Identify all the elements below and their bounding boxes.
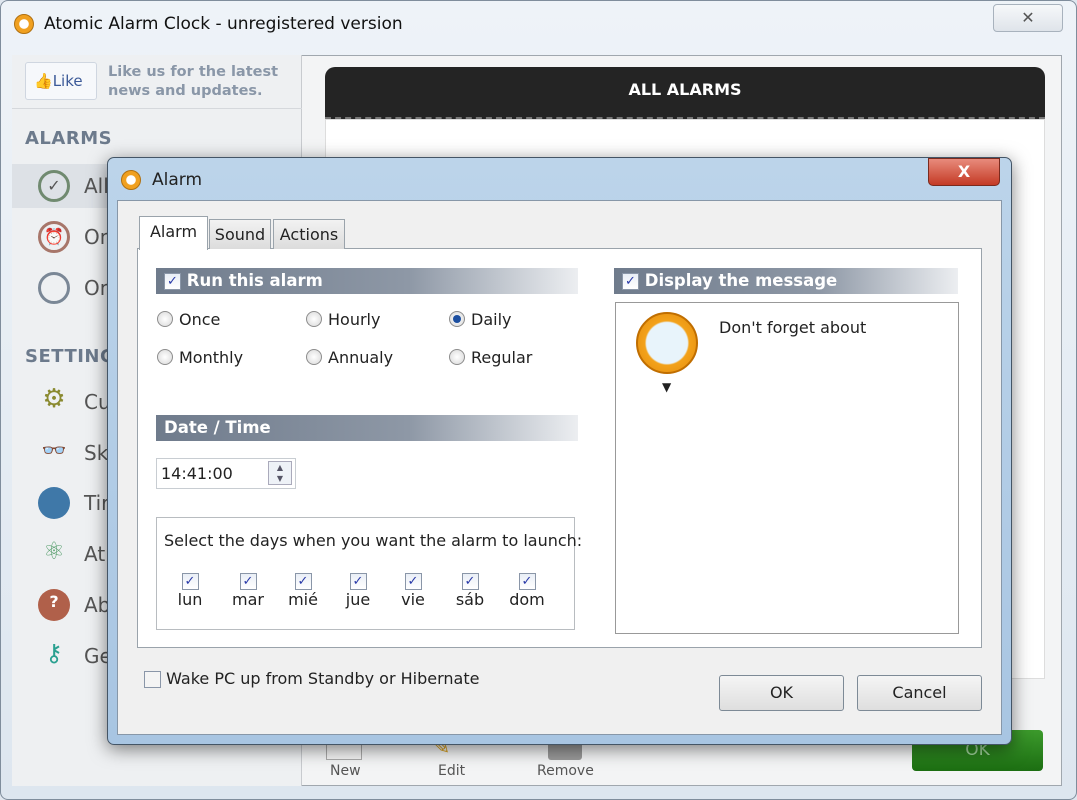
dialog-close-button[interactable]: X	[928, 158, 1000, 186]
thumbs-up-icon: 👍	[34, 72, 53, 90]
day-label: lun	[177, 590, 203, 609]
days-label: Select the days when you want the alarm …	[164, 531, 583, 550]
cancel-button[interactable]: Cancel	[857, 675, 982, 711]
clock-icon	[38, 272, 70, 304]
run-alarm-label: Run this alarm	[186, 271, 323, 290]
radio-button[interactable]	[306, 349, 322, 365]
sidebar-item-label: At	[84, 542, 106, 566]
radio-hourly[interactable]: Hourly	[306, 310, 380, 329]
tab-actions[interactable]: Actions	[273, 219, 345, 249]
sidebar-item-label: Sk	[84, 441, 109, 465]
wake-pc-option[interactable]: Wake PC up from Standby or Hibernate	[144, 669, 479, 688]
remove-button[interactable]: Remove	[537, 763, 594, 779]
radio-button[interactable]	[157, 311, 173, 327]
radio-label: Annualy	[328, 348, 394, 367]
time-spinner[interactable]: ▲ ▼	[268, 461, 292, 485]
alarm-clock-icon	[121, 170, 141, 190]
day-label: jue	[345, 590, 371, 609]
day-jue[interactable]: ✓ jue	[338, 571, 378, 609]
radio-label: Regular	[471, 348, 533, 367]
atom-icon: ⚛	[43, 537, 65, 565]
alarm-clock-icon[interactable]	[636, 312, 698, 374]
radio-button[interactable]	[449, 349, 465, 365]
sidebar-item-label: Tir	[84, 491, 110, 515]
alarms-header: ALARMS	[25, 128, 113, 149]
wake-label: Wake PC up from Standby or Hibernate	[166, 669, 480, 688]
day-vie[interactable]: ✓ vie	[393, 571, 433, 609]
day-mie[interactable]: ✓ mié	[283, 571, 323, 609]
window-close-button[interactable]: ✕	[993, 4, 1063, 32]
key-icon: ⚷	[45, 639, 63, 667]
facebook-like-button[interactable]: 👍Like	[25, 62, 97, 100]
radio-button[interactable]	[449, 311, 465, 327]
day-sab[interactable]: ✓ sáb	[450, 571, 490, 609]
gear-icon: ⚙	[42, 384, 66, 414]
day-checkbox[interactable]: ✓	[181, 573, 199, 590]
sidebar-item-label: All	[84, 174, 109, 198]
radio-once[interactable]: Once	[157, 310, 220, 329]
radio-label: Monthly	[179, 348, 244, 367]
radio-annualy[interactable]: Annualy	[306, 348, 393, 367]
radio-button[interactable]	[157, 349, 173, 365]
all-alarms-header: ALL ALARMS	[325, 67, 1045, 119]
glasses-icon: 👓	[41, 438, 67, 462]
new-button[interactable]: New	[330, 763, 361, 779]
radio-label: Hourly	[328, 310, 381, 329]
display-message-group[interactable]: ✓ Display the message	[614, 268, 958, 294]
window-title: Atomic Alarm Clock - unregistered versio…	[44, 14, 403, 34]
like-text-line: Like us for the latest	[108, 64, 279, 80]
day-checkbox[interactable]: ✓	[294, 573, 312, 590]
alarm-clock-icon: ⏰	[38, 221, 70, 253]
radio-label: Once	[179, 310, 221, 329]
tab-sound[interactable]: Sound	[209, 219, 271, 249]
run-alarm-checkbox[interactable]: ✓	[164, 273, 181, 290]
day-label: mar	[232, 590, 264, 609]
spin-down-icon[interactable]: ▼	[269, 473, 291, 484]
radio-button[interactable]	[306, 311, 322, 327]
edit-button[interactable]: Edit	[438, 763, 465, 779]
like-promo-text: Like us for the latest news and updates.	[108, 63, 278, 101]
globe-icon	[38, 487, 70, 519]
display-message-label: Display the message	[644, 271, 838, 290]
radio-daily[interactable]: Daily	[449, 310, 511, 329]
radio-label: Daily	[471, 310, 512, 329]
day-checkbox[interactable]: ✓	[518, 573, 536, 590]
day-label: dom	[509, 590, 545, 609]
day-checkbox[interactable]: ✓	[461, 573, 479, 590]
day-label: mié	[288, 590, 318, 609]
day-dom[interactable]: ✓ dom	[507, 571, 547, 609]
tab-alarm[interactable]: Alarm	[139, 216, 208, 250]
ok-button[interactable]: OK	[719, 675, 844, 711]
day-mar[interactable]: ✓ mar	[228, 571, 268, 609]
divider	[12, 108, 302, 109]
day-label: sáb	[455, 590, 485, 609]
app-alarm-clock-icon	[14, 14, 34, 34]
like-label: Like	[52, 72, 83, 90]
like-text-line: news and updates.	[108, 83, 263, 99]
help-icon: ?	[38, 589, 70, 621]
dropdown-arrow-icon[interactable]: ▼	[662, 380, 671, 394]
day-lun[interactable]: ✓ lun	[170, 571, 210, 609]
dialog-title: Alarm	[152, 170, 203, 190]
spin-up-icon[interactable]: ▲	[269, 462, 291, 473]
radio-regular[interactable]: Regular	[449, 348, 532, 367]
day-checkbox[interactable]: ✓	[404, 573, 422, 590]
run-this-alarm-group[interactable]: ✓ Run this alarm	[156, 268, 578, 294]
day-label: vie	[401, 590, 425, 609]
day-checkbox[interactable]: ✓	[349, 573, 367, 590]
message-text[interactable]: Don't forget about	[719, 318, 866, 337]
date-time-header: Date / Time	[156, 415, 578, 441]
display-message-checkbox[interactable]: ✓	[622, 273, 639, 290]
radio-monthly[interactable]: Monthly	[157, 348, 243, 367]
wake-checkbox[interactable]	[144, 671, 161, 688]
clock-check-icon: ✓	[38, 170, 70, 202]
day-checkbox[interactable]: ✓	[239, 573, 257, 590]
